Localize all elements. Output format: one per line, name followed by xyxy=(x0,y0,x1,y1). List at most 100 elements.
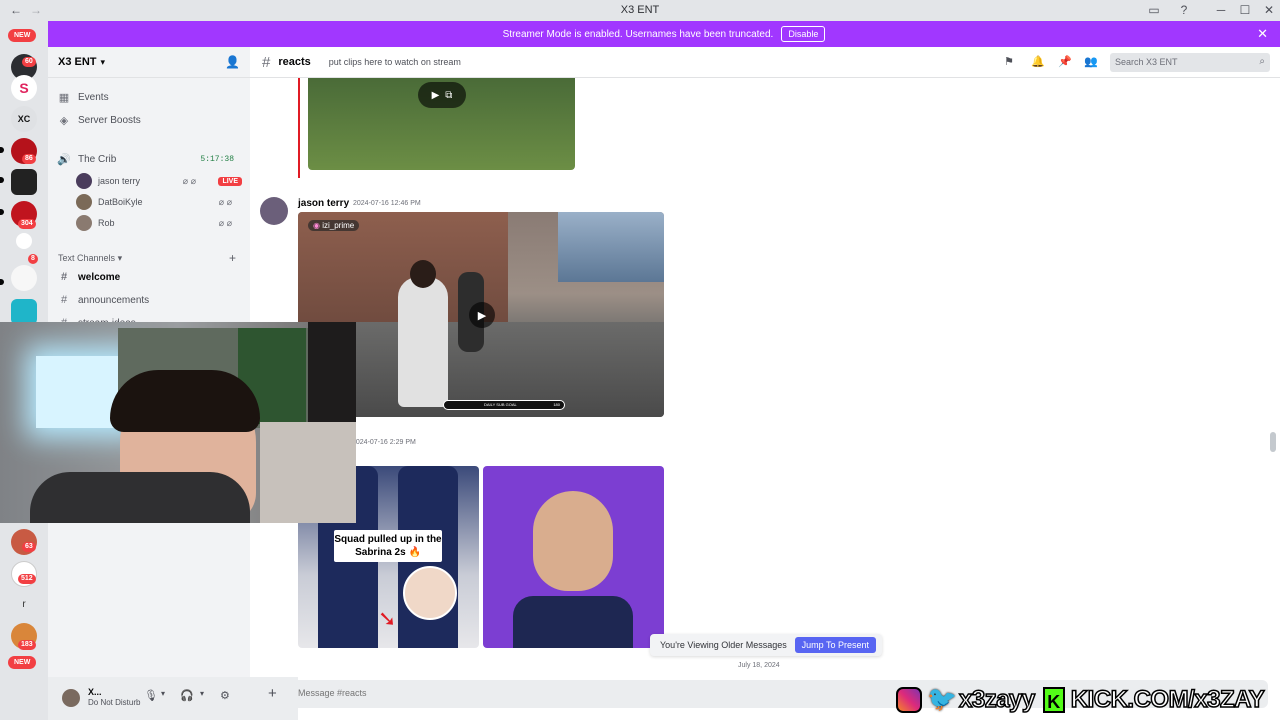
upload-plus-icon[interactable]: + xyxy=(268,685,277,702)
muted-deafened-icon: ⌀ ⌀ xyxy=(182,175,196,186)
channel-announcements[interactable]: # announcements xyxy=(56,290,242,310)
voice-channel-the-crib[interactable]: 🔊 The Crib 5:17:38 xyxy=(56,149,242,169)
gear-icon[interactable]: ⚙ xyxy=(220,689,230,702)
threads-icon[interactable]: ⚑ xyxy=(1004,55,1014,68)
avatar[interactable] xyxy=(62,689,80,707)
user-panel: X... Do Not Disturb 🎙 ▾ 🎧 ▾ ⚙ xyxy=(48,677,298,720)
channel-name: welcome xyxy=(78,271,121,283)
invite-people-icon[interactable]: 👤 xyxy=(225,55,240,69)
mention-badge: 63 xyxy=(22,542,36,552)
username: X... xyxy=(88,687,102,697)
embed-accent xyxy=(298,78,300,178)
microphone-icon[interactable]: 🎙 xyxy=(144,689,158,702)
voice-user-name: Rob xyxy=(98,218,115,228)
older-messages-bar: You're Viewing Older Messages Jump To Pr… xyxy=(650,634,882,656)
video-embed[interactable]: ▶ ⧉ xyxy=(308,78,575,170)
bell-icon[interactable]: 🔔 xyxy=(1031,55,1045,68)
scrollbar[interactable] xyxy=(1270,432,1276,452)
headphones-icon[interactable]: 🎧 xyxy=(180,689,194,702)
create-channel-icon[interactable]: + xyxy=(229,251,236,265)
user-status: Do Not Disturb xyxy=(88,698,141,707)
play-button[interactable]: ▶ xyxy=(469,302,495,328)
banner-message: Streamer Mode is enabled. Usernames have… xyxy=(502,28,774,40)
avatar[interactable] xyxy=(260,197,288,225)
voice-user[interactable]: jason terry ⌀ ⌀ LIVE xyxy=(76,171,242,191)
help-icon[interactable]: ? xyxy=(1176,2,1192,18)
server-icon[interactable]: XC xyxy=(11,106,37,132)
voice-user-name: DatBoiKyle xyxy=(98,197,143,207)
close-banner-icon[interactable]: ✕ xyxy=(1257,26,1268,42)
close-window-icon[interactable]: ✕ xyxy=(1261,2,1277,18)
member-list-icon[interactable]: 👥 xyxy=(1084,55,1098,68)
server-icon[interactable]: S xyxy=(11,75,37,101)
twitch-icon: ◉ xyxy=(313,221,320,230)
maximize-icon[interactable]: ☐ xyxy=(1237,2,1253,18)
red-arrow-icon: ➘ xyxy=(378,606,397,631)
calendar-icon: ▦ xyxy=(58,91,70,104)
unread-dot xyxy=(0,147,4,153)
channel-topic[interactable]: put clips here to watch on stream xyxy=(329,57,461,67)
hash-icon: # xyxy=(60,271,68,283)
mention-badge: 8 xyxy=(28,254,38,264)
sidebar-item-label: Events xyxy=(78,91,109,103)
message-timestamp: 2024-07-16 12:46 PM xyxy=(353,200,421,207)
profile-circle xyxy=(403,566,457,620)
kick-url: KICK.COM/x3ZAY xyxy=(1070,685,1265,714)
image-attachment[interactable] xyxy=(483,466,664,648)
voice-user[interactable]: Rob ⌀ ⌀ xyxy=(76,213,242,233)
inbox-icon[interactable]: ▭ xyxy=(1146,2,1162,18)
voice-timer: 5:17:38 xyxy=(200,154,234,164)
pin-icon[interactable]: 📌 xyxy=(1058,55,1072,68)
face-figure xyxy=(533,491,613,591)
server-icon[interactable]: r xyxy=(11,592,37,618)
message-author[interactable]: jason terry xyxy=(298,198,349,209)
server-header[interactable]: X3 ENT ▾ 👤 xyxy=(48,47,250,78)
search-input[interactable]: Search X3 ENT ⌕ xyxy=(1110,53,1270,72)
server-icon[interactable] xyxy=(16,233,32,249)
dark-door xyxy=(308,322,356,432)
new-pill[interactable]: NEW xyxy=(8,29,37,42)
unread-dot xyxy=(0,279,4,285)
voice-channel-name: The Crib xyxy=(78,153,117,165)
mention-badge: 183 xyxy=(18,640,36,650)
speaker-icon: 🔊 xyxy=(57,153,71,166)
server-icon[interactable] xyxy=(11,265,37,291)
stream-overlay-username: ◉ izi_prime xyxy=(308,220,360,231)
sidebar-item-events[interactable]: ▦ Events xyxy=(56,87,242,107)
character-figure xyxy=(398,277,448,407)
muted-deafened-icon: ⌀ ⌀ xyxy=(218,217,232,228)
channel-welcome[interactable]: # welcome xyxy=(56,267,242,287)
chevron-down-icon[interactable]: ▾ xyxy=(161,689,165,698)
new-pill[interactable]: NEW xyxy=(8,656,37,669)
hash-icon: # xyxy=(60,294,68,306)
title-bar: ← → X3 ENT ▭ ? ─ ☐ ✕ xyxy=(0,0,1280,21)
chevron-down-icon: ▾ xyxy=(100,56,106,67)
play-icon: ▶ xyxy=(477,309,487,322)
mention-badge: 304 xyxy=(18,219,36,229)
avatar xyxy=(76,173,92,189)
overlay-username: izi_prime xyxy=(322,221,355,230)
person-shirt xyxy=(30,472,250,523)
category-label: Text Channels xyxy=(58,253,116,263)
shirt-figure xyxy=(513,596,633,648)
webcam-overlay xyxy=(0,322,356,523)
message-input[interactable] xyxy=(298,688,878,698)
sub-goal-bar: DAILY SUB GOAL 180 xyxy=(443,400,565,410)
play-button[interactable]: ▶ ⧉ xyxy=(418,82,466,108)
category-text-channels[interactable]: Text Channels ▾ + xyxy=(58,251,244,265)
chevron-down-icon: ▾ xyxy=(117,253,123,263)
unread-dot xyxy=(0,177,4,183)
twitter-icon: 🐦 xyxy=(927,686,957,713)
chevron-down-icon[interactable]: ▾ xyxy=(200,689,204,698)
date-separator: July 18, 2024 xyxy=(738,662,780,669)
social-handle: x3zayy xyxy=(958,685,1036,714)
streamer-mode-banner: Streamer Mode is enabled. Usernames have… xyxy=(48,21,1280,47)
jump-to-present-button[interactable]: Jump To Present xyxy=(794,637,876,653)
server-icon[interactable] xyxy=(11,169,37,195)
minimize-icon[interactable]: ─ xyxy=(1213,2,1229,18)
sidebar-item-server-boosts[interactable]: ◈ Server Boosts xyxy=(56,110,242,130)
muted-deafened-icon: ⌀ ⌀ xyxy=(218,196,232,207)
voice-user[interactable]: DatBoiKyle ⌀ ⌀ xyxy=(76,192,242,212)
disable-button[interactable]: Disable xyxy=(781,26,826,42)
live-badge: LIVE xyxy=(218,176,242,186)
